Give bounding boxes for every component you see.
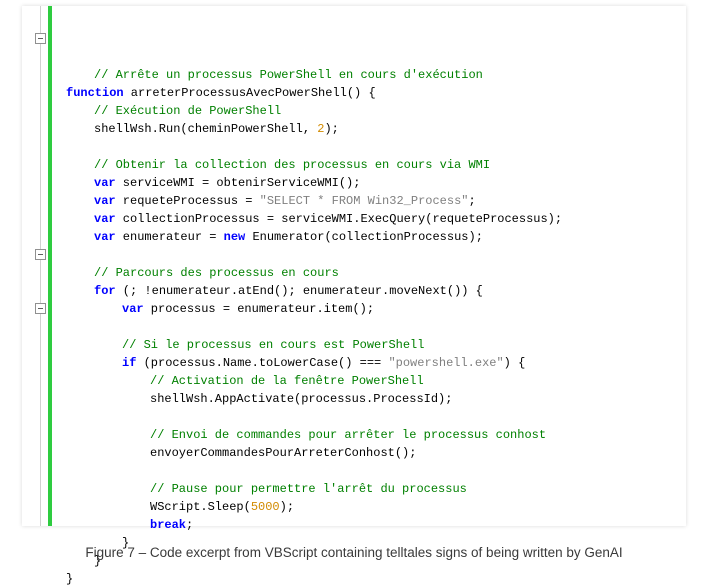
code-token: 5000 [251, 500, 280, 514]
code-token: // Si le processus en cours est PowerShe… [122, 338, 424, 352]
code-line: // Si le processus en cours est PowerShe… [66, 336, 680, 354]
code-token: ) { [504, 356, 526, 370]
code-line: shellWsh.AppActivate(processus.ProcessId… [66, 390, 680, 408]
figure-caption: Figure 7 – Code excerpt from VBScript co… [0, 545, 708, 560]
code-token: Enumerator(collectionProcessus); [245, 230, 483, 244]
code-editor-panel: // Arrête un processus PowerShell en cou… [22, 6, 686, 526]
code-token: // Pause pour permettre l'arrêt du proce… [150, 482, 467, 496]
fold-toggle-icon[interactable] [35, 249, 46, 260]
code-line [66, 138, 680, 156]
code-line: var enumerateur = new Enumerator(collect… [66, 228, 680, 246]
code-token: // Exécution de PowerShell [94, 104, 281, 118]
code-line: // Envoi de commandes pour arrêter le pr… [66, 426, 680, 444]
code-token: (; !enumerateur.atEnd(); enumerateur.mov… [116, 284, 483, 298]
code-token: function [66, 86, 124, 100]
code-token: for [94, 284, 116, 298]
code-line: // Arrête un processus PowerShell en cou… [66, 66, 680, 84]
code-token: ; [468, 194, 475, 208]
code-line: break; [66, 516, 680, 534]
code-line: for (; !enumerateur.atEnd(); enumerateur… [66, 282, 680, 300]
code-token: serviceWMI = obtenirServiceWMI(); [116, 176, 361, 190]
code-token: collectionProcessus = serviceWMI.ExecQue… [116, 212, 562, 226]
code-token: var [94, 194, 116, 208]
code-line: function arreterProcessusAvecPowerShell(… [66, 84, 680, 102]
code-token: requeteProcessus = [116, 194, 260, 208]
code-token: arreterProcessusAvecPowerShell() { [124, 86, 376, 100]
code-line: var serviceWMI = obtenirServiceWMI(); [66, 174, 680, 192]
code-token: "SELECT * FROM Win32_Process" [260, 194, 469, 208]
fold-toggle-icon[interactable] [35, 303, 46, 314]
code-line: } [66, 570, 680, 588]
code-token: // Parcours des processus en cours [94, 266, 339, 280]
code-token: break [150, 518, 186, 532]
code-token: "powershell.exe" [388, 356, 503, 370]
code-token: ); [324, 122, 338, 136]
code-token: // Envoi de commandes pour arrêter le pr… [150, 428, 546, 442]
code-token: processus = enumerateur.item(); [144, 302, 374, 316]
code-token: (processus.Name.toLowerCase() === [136, 356, 388, 370]
code-line: envoyerCommandesPourArreterConhost(); [66, 444, 680, 462]
code-token: WScript.Sleep( [150, 500, 251, 514]
code-line: // Activation de la fenêtre PowerShell [66, 372, 680, 390]
fold-guide-line [40, 6, 41, 526]
code-line: var collectionProcessus = serviceWMI.Exe… [66, 210, 680, 228]
code-line [66, 246, 680, 264]
fold-toggle-icon[interactable] [35, 33, 46, 44]
code-line [66, 462, 680, 480]
code-token: shellWsh.AppActivate(processus.ProcessId… [150, 392, 452, 406]
code-token: ); [280, 500, 294, 514]
code-token: enumerateur = [116, 230, 224, 244]
code-token: if [122, 356, 136, 370]
code-token: new [224, 230, 246, 244]
code-token: var [122, 302, 144, 316]
code-line: var requeteProcessus = "SELECT * FROM Wi… [66, 192, 680, 210]
code-token: // Arrête un processus PowerShell en cou… [94, 68, 483, 82]
code-token: var [94, 212, 116, 226]
code-token: shellWsh.Run(cheminPowerShell, [94, 122, 317, 136]
code-line: WScript.Sleep(5000); [66, 498, 680, 516]
figure-container: // Arrête un processus PowerShell en cou… [0, 0, 708, 588]
code-token: var [94, 176, 116, 190]
code-area: // Arrête un processus PowerShell en cou… [66, 12, 680, 588]
code-line: shellWsh.Run(cheminPowerShell, 2); [66, 120, 680, 138]
code-line: // Exécution de PowerShell [66, 102, 680, 120]
code-line: // Parcours des processus en cours [66, 264, 680, 282]
code-line [66, 408, 680, 426]
code-line: var processus = enumerateur.item(); [66, 300, 680, 318]
code-line: // Obtenir la collection des processus e… [66, 156, 680, 174]
code-token: // Obtenir la collection des processus e… [94, 158, 490, 172]
code-token: ; [186, 518, 193, 532]
code-token: // Activation de la fenêtre PowerShell [150, 374, 424, 388]
code-token: } [66, 572, 73, 586]
code-line: // Pause pour permettre l'arrêt du proce… [66, 480, 680, 498]
code-token: var [94, 230, 116, 244]
code-token: envoyerCommandesPourArreterConhost(); [150, 446, 416, 460]
editor-gutter [22, 6, 56, 526]
code-line [66, 318, 680, 336]
change-marker-bar [48, 6, 52, 526]
code-line: if (processus.Name.toLowerCase() === "po… [66, 354, 680, 372]
